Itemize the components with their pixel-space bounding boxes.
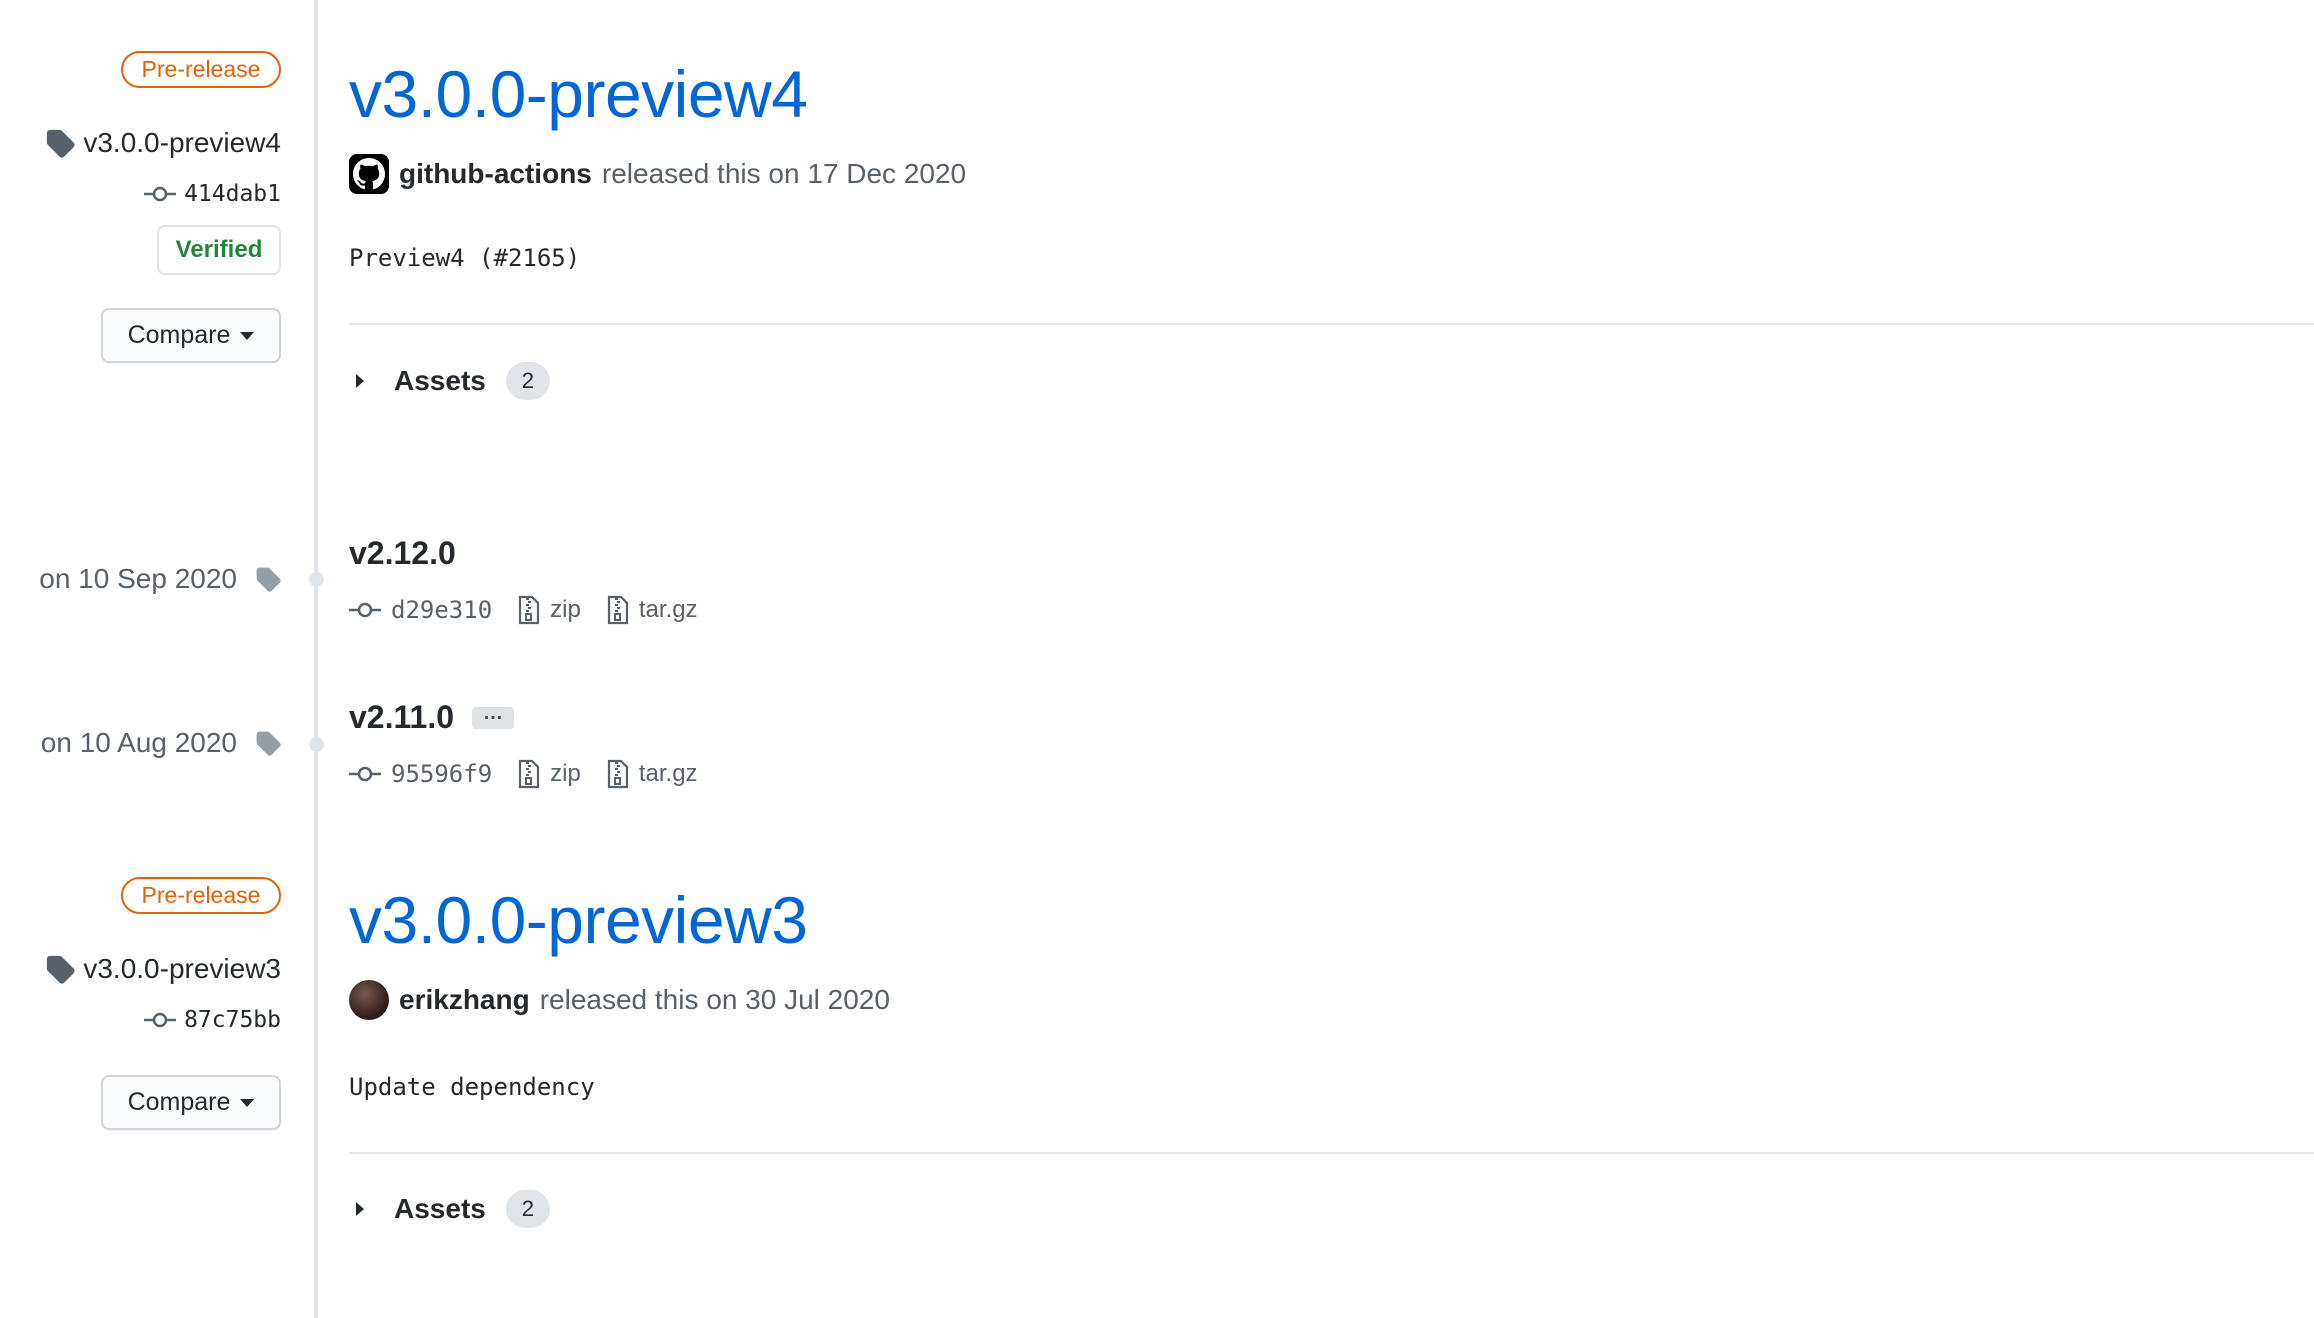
assets-label: Assets [394,365,486,396]
commit-icon [349,764,381,784]
zip-label: zip [550,760,581,787]
commit-sha: d29e310 [391,596,493,624]
timeline-line [314,0,318,1318]
timeline-dot [309,737,324,752]
author-name[interactable]: erikzhang [399,984,530,1016]
tag-title-row: v2.11.0 … [349,699,514,736]
pre-release-badge: Pre-release [121,877,281,914]
author-name[interactable]: github-actions [399,158,592,190]
zip-label: zip [550,596,581,623]
release-body: Preview4 (#2165) [349,244,581,272]
tag-date-text: on 10 Aug 2020 [40,727,237,758]
commit-link[interactable]: 87c75bb [144,1007,281,1033]
compare-button[interactable]: Compare [101,308,281,363]
tag-date: on 10 Sep 2020 [39,563,281,595]
tag-meta: 95596f9 zip tar.gz [349,759,714,789]
zip-download-link[interactable]: zip [518,595,581,625]
targz-label: tar.gz [638,760,698,787]
triangle-right-icon [356,374,364,388]
assets-count: 2 [505,362,550,400]
caret-down-icon [240,1098,255,1107]
caret-down-icon [240,331,255,340]
tag-icon [255,566,281,592]
compare-button[interactable]: Compare [101,1075,281,1130]
file-zip-icon [518,759,540,789]
divider [349,1152,2314,1154]
commit-link[interactable]: 95596f9 [349,760,492,788]
tag-icon [45,954,75,984]
tag-meta: d29e310 zip tar.gz [349,595,714,625]
commit-icon [144,184,177,204]
zip-download-link[interactable]: zip [518,759,581,789]
assets-toggle[interactable]: Assets 2 [356,362,550,400]
commit-icon [144,1010,177,1030]
tag-name: v3.0.0-preview4 [83,127,281,158]
tag-date-text: on 10 Sep 2020 [39,563,237,594]
tag-icon [45,128,75,158]
commit-sha: 95596f9 [391,760,493,788]
release-title-link[interactable]: v3.0.0-preview4 [349,56,808,132]
verified-badge[interactable]: Verified [157,225,281,275]
released-text: released this on 30 Jul 2020 [539,984,890,1015]
tag-title-link[interactable]: v2.11.0 [349,699,454,736]
released-text: released this on 17 Dec 2020 [601,158,967,189]
commit-sha: 87c75bb [184,1007,281,1033]
assets-toggle[interactable]: Assets 2 [356,1190,550,1228]
tag-date: on 10 Aug 2020 [41,727,281,759]
release-author-line: github-actions released this on 17 Dec 2… [349,154,966,194]
assets-label: Assets [394,1193,486,1224]
file-zip-icon [518,595,540,625]
compare-label: Compare [127,1088,231,1116]
release-tag-link[interactable]: v3.0.0-preview4 [45,127,281,159]
file-zip-icon [607,759,629,789]
tag-title-link[interactable]: v2.12.0 [349,535,456,572]
release-author-line: erikzhang released this on 30 Jul 2020 [349,980,890,1020]
compare-label: Compare [127,321,231,349]
tag-name: v3.0.0-preview3 [83,953,281,984]
github-logo-icon[interactable] [349,154,389,194]
commit-sha: 414dab1 [184,181,281,207]
targz-download-link[interactable]: tar.gz [607,759,698,789]
divider [349,323,2314,325]
tag-icon [255,730,281,756]
targz-label: tar.gz [638,596,698,623]
commit-link[interactable]: d29e310 [349,596,492,624]
targz-download-link[interactable]: tar.gz [607,595,698,625]
file-zip-icon [607,595,629,625]
release-tag-link[interactable]: v3.0.0-preview3 [45,953,281,985]
pre-release-badge: Pre-release [121,51,281,88]
commit-icon [349,600,381,620]
avatar[interactable] [349,980,389,1020]
assets-count: 2 [505,1190,550,1228]
triangle-right-icon [356,1202,364,1216]
commit-link[interactable]: 414dab1 [144,181,281,207]
release-title-link[interactable]: v3.0.0-preview3 [349,882,808,958]
timeline-dot [309,572,324,587]
release-body: Update dependency [349,1073,595,1101]
expand-ellipsis-button[interactable]: … [472,703,514,729]
